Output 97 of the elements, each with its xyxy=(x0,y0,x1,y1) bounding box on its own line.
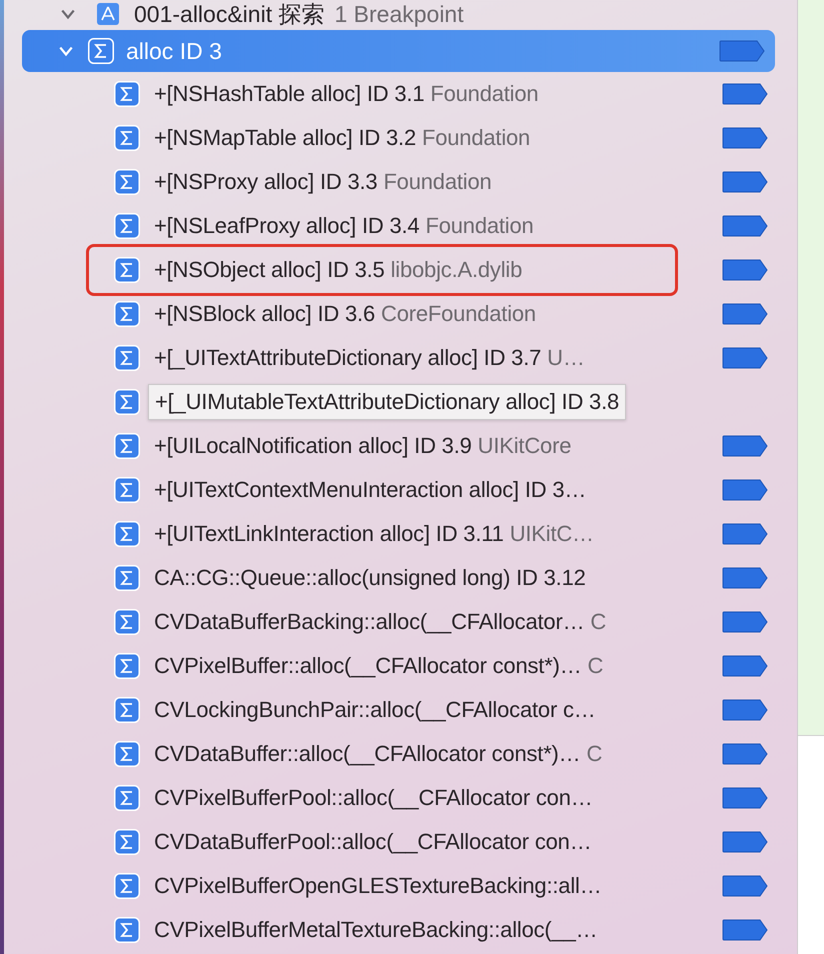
breakpoint-location-row[interactable]: +[NSLeafProxy alloc] ID 3.4 Foundation xyxy=(4,204,797,248)
breakpoint-flag-icon[interactable] xyxy=(722,171,768,193)
sigma-icon xyxy=(114,81,140,107)
location-name: +[_UITextAttributeDictionary alloc] ID 3.7 xyxy=(154,345,542,371)
breakpoint-flag-icon[interactable] xyxy=(722,567,768,589)
sigma-icon xyxy=(88,38,114,64)
sigma-icon xyxy=(114,697,140,723)
breakpoint-location-row[interactable]: CVDataBufferPool::alloc(__CFAllocator con… xyxy=(4,820,797,864)
location-name: +[UITextContextMenuInteraction alloc] ID 3… xyxy=(154,477,586,503)
breakpoint-location-row[interactable]: +[UILocalNotification alloc] ID 3.9 UIKitCore xyxy=(4,424,797,468)
module-name: CoreFoundation xyxy=(381,301,536,327)
sigma-icon xyxy=(114,389,140,415)
breakpoint-location-row[interactable]: CVPixelBuffer::alloc(__CFAllocator const*)… C xyxy=(4,644,797,688)
location-name: CVPixelBuffer::alloc(__CFAllocator const*)… xyxy=(154,653,582,679)
breakpoint-flag-icon[interactable] xyxy=(722,699,768,721)
location-name: +[NSProxy alloc] ID 3.3 xyxy=(154,169,378,195)
breakpoint-location-row[interactable]: CVDataBufferBacking::alloc(__CFAllocator… C xyxy=(4,600,797,644)
breakpoint-location-row[interactable]: +[NSProxy alloc] ID 3.3 Foundation xyxy=(4,160,797,204)
breakpoint-flag-icon[interactable] xyxy=(722,787,768,809)
location-name: CVDataBufferPool::alloc(__CFAllocator con… xyxy=(154,829,592,855)
sigma-icon xyxy=(114,257,140,283)
breakpoint-flag-icon[interactable] xyxy=(722,523,768,545)
breakpoint-location-row[interactable]: +[UITextLinkInteraction alloc] ID 3.11 UIKitC… xyxy=(4,512,797,556)
module-name: C xyxy=(588,653,604,679)
breakpoint-location-row[interactable]: CVPixelBufferPool::alloc(__CFAllocator con… xyxy=(4,776,797,820)
sigma-icon xyxy=(114,653,140,679)
breakpoint-location-row[interactable]: CVPixelBufferMetalTextureBacking::alloc(__… xyxy=(4,908,797,952)
location-name: +[UITextLinkInteraction alloc] ID 3.11 xyxy=(154,521,504,547)
location-name: +[NSHashTable alloc] ID 3.1 xyxy=(154,81,424,107)
breakpoint-flag-icon[interactable] xyxy=(722,611,768,633)
breakpoint-location-row[interactable]: +[NSBlock alloc] ID 3.6 CoreFoundation xyxy=(4,292,797,336)
breakpoint-flag-icon[interactable] xyxy=(722,347,768,369)
breakpoint-location-row[interactable]: +[_UITextAttributeDictionary alloc] ID 3.7 U… xyxy=(4,336,797,380)
module-name: libobjc.A.dylib xyxy=(390,257,522,283)
location-name: +[NSMapTable alloc] ID 3.2 xyxy=(154,125,416,151)
location-name: +[NSBlock alloc] ID 3.6 xyxy=(154,301,375,327)
breakpoint-flag-icon[interactable] xyxy=(722,875,768,897)
breakpoint-flag-icon[interactable] xyxy=(722,479,768,501)
sigma-icon xyxy=(114,213,140,239)
module-name: Foundation xyxy=(422,125,530,151)
breakpoint-location-row[interactable]: CVLockingBunchPair::alloc(__CFAllocator c… xyxy=(4,688,797,732)
location-name: CA::CG::Queue::alloc(unsigned long) ID 3.12 xyxy=(154,565,586,591)
breakpoint-row[interactable]: alloc ID 3 xyxy=(22,30,775,72)
breakpoint-count: 1 Breakpoint xyxy=(334,0,464,28)
location-name: CVPixelBufferPool::alloc(__CFAllocator con… xyxy=(154,785,593,811)
breakpoint-label: alloc ID 3 xyxy=(126,38,223,64)
breakpoint-flag-icon[interactable] xyxy=(722,259,768,281)
location-name: CVPixelBufferMetalTextureBacking::alloc(__… xyxy=(154,917,598,943)
breakpoint-flag-icon[interactable] xyxy=(722,215,768,237)
location-name: +[NSLeafProxy alloc] ID 3.4 xyxy=(154,213,420,239)
module-name: UIKitC… xyxy=(510,521,594,547)
module-name: C xyxy=(586,741,602,767)
breakpoint-flag-icon[interactable] xyxy=(722,83,768,105)
sigma-icon xyxy=(114,609,140,635)
breakpoint-flag-icon[interactable] xyxy=(722,127,768,149)
breakpoint-location-row[interactable]: CA::CG::Queue::alloc(unsigned long) ID 3.12 xyxy=(4,556,797,600)
breakpoint-location-row[interactable]: +[_UIMutableTextAttributeDictionary alloc] ID 3.8 xyxy=(4,380,797,424)
sigma-icon xyxy=(114,169,140,195)
module-name: Foundation xyxy=(425,213,534,239)
location-name: CVDataBufferBacking::alloc(__CFAllocator… xyxy=(154,609,584,635)
breakpoint-flag-icon[interactable] xyxy=(722,743,768,765)
project-name: 001-alloc&init 探索 xyxy=(134,0,324,28)
breakpoint-flag-icon[interactable] xyxy=(722,919,768,941)
location-name: CVDataBuffer::alloc(__CFAllocator const*)… xyxy=(154,741,580,767)
module-name: U… xyxy=(547,345,585,371)
location-name: +[NSObject alloc] ID 3.5 xyxy=(154,257,385,283)
location-name: +[UILocalNotification alloc] ID 3.9 xyxy=(154,433,472,459)
location-name: CVLockingBunchPair::alloc(__CFAllocator c… xyxy=(154,697,596,723)
sigma-icon xyxy=(114,565,140,591)
sigma-icon xyxy=(114,873,140,899)
breakpoint-flag-icon[interactable] xyxy=(722,831,768,853)
breakpoint-location-row[interactable]: +[UITextContextMenuInteraction alloc] ID 3… xyxy=(4,468,797,512)
project-icon xyxy=(96,2,120,26)
sigma-icon xyxy=(114,741,140,767)
sigma-icon xyxy=(114,433,140,459)
sigma-icon xyxy=(114,125,140,151)
breakpoint-location-row[interactable]: +[NSObject alloc] ID 3.5 libobjc.A.dylib xyxy=(4,248,797,292)
sigma-icon xyxy=(114,785,140,811)
sigma-icon xyxy=(114,301,140,327)
breakpoint-location-row[interactable]: +[NSMapTable alloc] ID 3.2 Foundation xyxy=(4,116,797,160)
sigma-icon xyxy=(114,829,140,855)
breakpoint-location-row[interactable]: +[NSHashTable alloc] ID 3.1 Foundation xyxy=(4,72,797,116)
sigma-icon xyxy=(114,917,140,943)
tooltip: +[_UIMutableTextAttributeDictionary alloc] ID 3.8 xyxy=(148,384,626,420)
breakpoint-flag-icon[interactable] xyxy=(722,303,768,325)
breakpoint-flag-icon[interactable] xyxy=(722,655,768,677)
module-name: Foundation xyxy=(430,81,538,107)
module-name: Foundation xyxy=(383,169,492,195)
breakpoint-location-row[interactable]: CVPixelBufferOpenGLESTextureBacking::all… xyxy=(4,864,797,908)
module-name: UIKitCore xyxy=(478,433,572,459)
breakpoint-location-row[interactable]: CVDataBuffer::alloc(__CFAllocator const*)… C xyxy=(4,732,797,776)
sigma-icon xyxy=(114,521,140,547)
module-name: C xyxy=(590,609,606,635)
location-name: CVPixelBufferOpenGLESTextureBacking::all… xyxy=(154,873,602,899)
sigma-icon xyxy=(114,345,140,371)
sigma-icon xyxy=(114,477,140,503)
breakpoint-flag-icon[interactable] xyxy=(722,435,768,457)
